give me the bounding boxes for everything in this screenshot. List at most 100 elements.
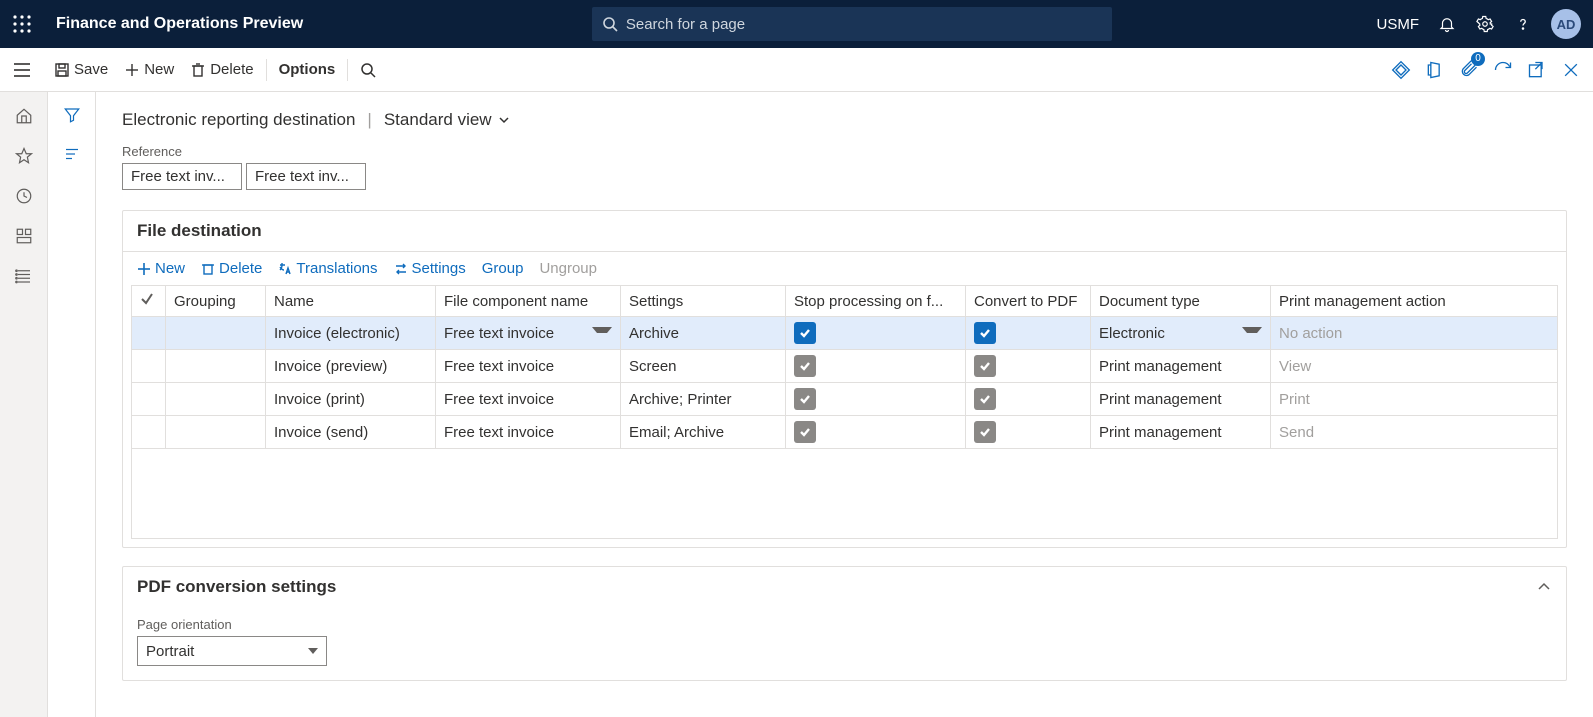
cell-file-component[interactable]: Free text invoice [436,317,621,350]
bell-icon[interactable] [1437,14,1457,34]
checkbox[interactable] [794,355,816,377]
table-row[interactable]: Invoice (electronic)Free text invoiceArc… [132,317,1558,350]
office-icon[interactable] [1425,60,1445,80]
page-orientation-select[interactable]: Portrait [137,636,327,666]
cell-grouping[interactable] [166,317,266,350]
cell-pm-action[interactable]: View [1271,350,1558,383]
col-name[interactable]: Name [266,286,436,317]
save-button[interactable]: Save [46,57,116,82]
cell-name[interactable]: Invoice (electronic) [266,317,436,350]
cell-name[interactable]: Invoice (preview) [266,350,436,383]
checkbox[interactable] [974,421,996,443]
grid-new-button[interactable]: New [137,260,185,277]
col-stop[interactable]: Stop processing on f... [786,286,966,317]
options-button[interactable]: Options [271,57,344,82]
trash-icon [201,262,215,276]
cell-pm-action[interactable]: Print [1271,383,1558,416]
company-picker[interactable]: USMF [1377,16,1420,33]
cell-file-component[interactable]: Free text invoice [436,416,621,449]
cell-stop[interactable] [786,317,966,350]
related-icon[interactable] [63,145,81,166]
diamond-icon[interactable] [1391,60,1411,80]
filter-icon[interactable] [63,106,81,127]
cell-settings[interactable]: Screen [621,350,786,383]
cell-file-component[interactable]: Free text invoice [436,350,621,383]
cell-pm-action[interactable]: No action [1271,317,1558,350]
cell-grouping[interactable] [166,416,266,449]
workspaces-icon[interactable] [14,226,34,246]
cell-convert[interactable] [966,317,1091,350]
cell-convert[interactable] [966,416,1091,449]
modules-icon[interactable] [14,266,34,286]
grid-delete-button[interactable]: Delete [201,260,262,277]
pdf-conversion-header[interactable]: PDF conversion settings [123,567,1566,607]
refresh-icon[interactable] [1493,60,1513,80]
search-icon [360,62,376,78]
popout-icon[interactable] [1527,60,1547,80]
checkbox[interactable] [794,388,816,410]
cell-stop[interactable] [786,350,966,383]
cell-pm-action[interactable]: Send [1271,416,1558,449]
reference-value-2[interactable]: Free text inv... [246,163,366,190]
reference-label: Reference [122,144,1567,159]
cell-doc-type[interactable]: Electronic [1091,317,1271,350]
close-icon[interactable] [1561,60,1581,80]
search-input[interactable]: Search for a page [592,7,1112,41]
checkbox[interactable] [794,322,816,344]
grid-settings-button[interactable]: Settings [394,260,466,277]
view-selector[interactable]: Standard view [384,110,510,130]
table-row[interactable]: Invoice (print)Free text invoiceArchive;… [132,383,1558,416]
translate-icon [278,262,292,276]
checkbox[interactable] [974,388,996,410]
row-selector[interactable] [132,317,166,350]
cell-doc-type[interactable]: Print management [1091,416,1271,449]
app-launcher-icon[interactable] [12,14,32,34]
grid-group-button[interactable]: Group [482,260,524,277]
cell-name[interactable]: Invoice (print) [266,383,436,416]
cell-doc-type[interactable]: Print management [1091,383,1271,416]
cell-settings[interactable]: Archive [621,317,786,350]
col-pm-action[interactable]: Print management action [1271,286,1558,317]
checkbox[interactable] [974,322,996,344]
cell-file-component[interactable]: Free text invoice [436,383,621,416]
cell-settings[interactable]: Archive; Printer [621,383,786,416]
col-settings[interactable]: Settings [621,286,786,317]
cell-doc-type[interactable]: Print management [1091,350,1271,383]
attachments-button[interactable]: 0 [1459,58,1479,81]
user-avatar[interactable]: AD [1551,9,1581,39]
table-row[interactable]: Invoice (send)Free text invoiceEmail; Ar… [132,416,1558,449]
reference-value-1[interactable]: Free text inv... [122,163,242,190]
cell-convert[interactable] [966,383,1091,416]
col-grouping[interactable]: Grouping [166,286,266,317]
home-icon[interactable] [14,106,34,126]
col-select[interactable] [132,286,166,317]
cell-grouping[interactable] [166,383,266,416]
row-selector[interactable] [132,383,166,416]
cell-convert[interactable] [966,350,1091,383]
cell-stop[interactable] [786,416,966,449]
table-row[interactable]: Invoice (preview)Free text invoiceScreen… [132,350,1558,383]
new-button[interactable]: New [116,57,182,82]
row-selector[interactable] [132,350,166,383]
checkbox[interactable] [794,421,816,443]
col-file-component[interactable]: File component name [436,286,621,317]
cell-settings[interactable]: Email; Archive [621,416,786,449]
navpane-toggle-icon[interactable] [12,60,32,80]
col-doc-type[interactable]: Document type [1091,286,1271,317]
grid-translations-button[interactable]: Translations [278,260,377,277]
action-search-button[interactable] [352,58,384,82]
col-convert[interactable]: Convert to PDF [966,286,1091,317]
trash-icon [190,62,206,78]
recent-icon[interactable] [14,186,34,206]
file-destination-header[interactable]: File destination [123,211,1566,251]
checkbox[interactable] [974,355,996,377]
cell-grouping[interactable] [166,350,266,383]
favorites-icon[interactable] [14,146,34,166]
row-selector[interactable] [132,416,166,449]
help-icon[interactable] [1513,14,1533,34]
grid-empty-area [131,449,1558,539]
delete-button[interactable]: Delete [182,57,261,82]
cell-stop[interactable] [786,383,966,416]
cell-name[interactable]: Invoice (send) [266,416,436,449]
gear-icon[interactable] [1475,14,1495,34]
